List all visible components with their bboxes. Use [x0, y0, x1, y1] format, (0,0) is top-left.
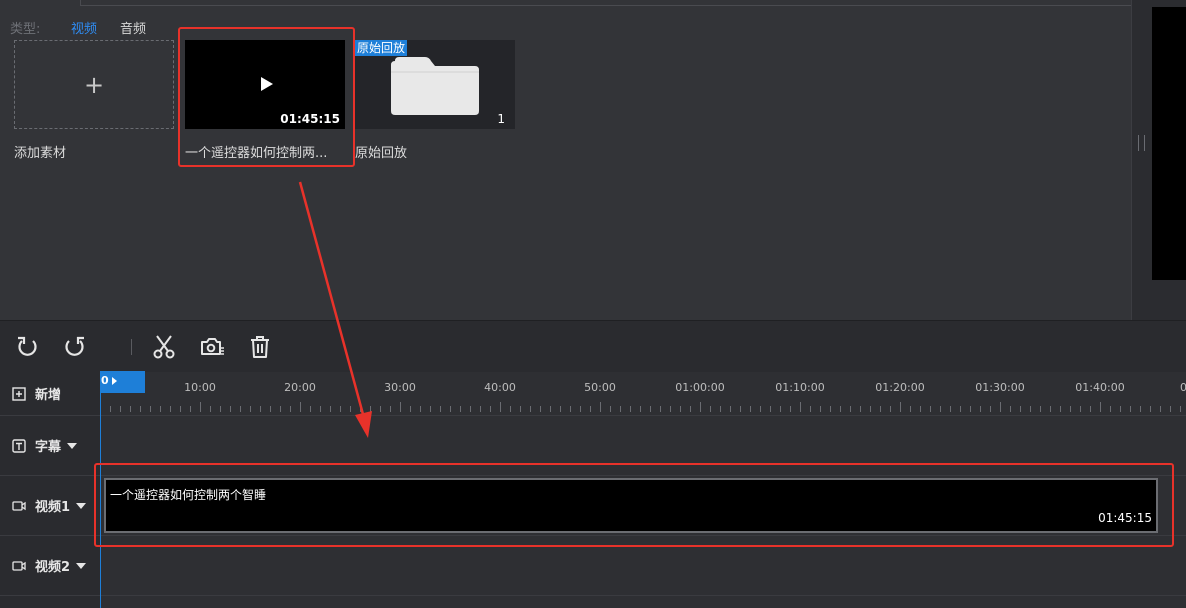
track-header-video2: 视频2 — [0, 536, 100, 596]
tick-label: 30:00 — [384, 381, 416, 394]
track-header-add[interactable]: 新增 — [0, 372, 100, 416]
playhead-handle[interactable]: 0 — [100, 371, 145, 393]
playhead-arrow-icon — [112, 377, 117, 385]
folder-thumbnail[interactable]: 原始回放 1 — [355, 40, 515, 129]
track-name-video2: 视频2 — [35, 560, 71, 575]
add-square-icon — [12, 386, 26, 401]
undo-icon — [18, 336, 37, 356]
add-media-label: 添加素材 — [14, 146, 67, 161]
highlight-box-track — [94, 463, 1174, 547]
tick-label: 10:00 — [184, 381, 216, 394]
scissors-icon — [153, 335, 175, 359]
folder-icon — [391, 57, 479, 115]
redo-button[interactable] — [61, 333, 89, 361]
video2-dropdown-icon[interactable] — [76, 562, 87, 569]
tick-label: 01:00:00 — [675, 381, 725, 394]
media-panel: 类型: 视频 音频 + 添加素材 01:45:15 一个遥控器如何控制两... … — [0, 0, 1132, 320]
ruler-ticks — [100, 402, 1181, 412]
tab-video[interactable]: 视频 — [71, 18, 97, 37]
redo-icon — [65, 336, 84, 356]
playhead-time: 0 — [101, 374, 109, 387]
folder-label: 原始回放 — [355, 146, 408, 161]
toolbar-divider — [131, 339, 132, 355]
type-label: 类型: — [10, 22, 41, 37]
folder-badge: 原始回放 — [355, 40, 408, 56]
track-header-video1: 视频1 — [0, 476, 100, 536]
track-header-subtitle: 字幕 — [0, 416, 100, 476]
tick-label: 01:20:00 — [875, 381, 925, 394]
top-divider — [80, 0, 1132, 6]
tick-label: 40:00 — [484, 381, 516, 394]
snapshot-icon — [201, 338, 224, 355]
tab-audio[interactable]: 音频 — [120, 18, 146, 37]
tick-label: 01:40:00 — [1075, 381, 1125, 394]
tick-label: 20:00 — [284, 381, 316, 394]
highlight-box-thumbnail — [178, 27, 355, 167]
delete-button[interactable] — [246, 333, 274, 361]
track-name-video1: 视频1 — [35, 500, 71, 515]
video1-dropdown-icon[interactable] — [76, 502, 87, 509]
timeline-toolbar — [0, 320, 1186, 373]
time-ruler[interactable]: 10:00 20:00 30:00 40:00 50:00 01:00:00 0… — [100, 372, 1186, 416]
split-button[interactable] — [150, 333, 178, 361]
track-name-subtitle: 字幕 — [35, 440, 62, 455]
video-icon — [12, 499, 26, 513]
tick-label: 01:10:00 — [775, 381, 825, 394]
resize-handle[interactable] — [1138, 135, 1145, 151]
trash-icon — [251, 336, 269, 358]
tick-label: 01:30:00 — [975, 381, 1025, 394]
subtitle-dropdown-icon[interactable] — [67, 442, 78, 449]
track-headers: 新增 字幕 视频1 视频2 — [0, 372, 100, 608]
snapshot-button[interactable] — [198, 333, 226, 361]
folder-count: 1 — [497, 112, 505, 126]
video-icon — [12, 559, 26, 573]
preview-panel — [1131, 0, 1186, 320]
tick-label: 50:00 — [584, 381, 616, 394]
track-name-add: 新增 — [35, 388, 62, 403]
text-box-icon — [12, 438, 26, 453]
preview-screen — [1152, 7, 1186, 280]
undo-button[interactable] — [13, 333, 41, 361]
add-media-button[interactable]: + — [14, 40, 174, 129]
tick-label: 01 — [1180, 381, 1186, 394]
plus-icon: + — [83, 70, 105, 99]
